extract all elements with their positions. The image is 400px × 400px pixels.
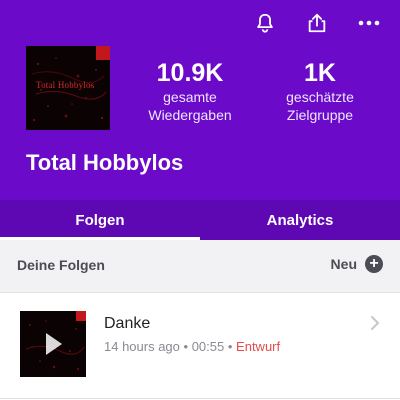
plus-icon: + [365,255,383,273]
episode-meta: 14 hours ago • 00:55 • Entwurf [104,339,280,354]
cover-corner-badge [96,46,110,60]
tab-analytics[interactable]: Analytics [200,200,400,240]
audience-label-line2: Zielgruppe [286,107,354,123]
new-episode-button[interactable]: Neu + [331,255,383,273]
section-title: Deine Folgen [17,257,105,273]
episode-time: 14 hours ago [104,339,180,354]
plays-value: 10.9K [156,59,224,87]
episode-duration: 00:55 [191,339,225,354]
episode-row[interactable]: Danke 14 hours ago • 00:55 • Entwurf [0,293,400,399]
plays-label-line2: Wiedergaben [148,107,232,123]
meta-separator: • [183,339,192,354]
header-actions [252,10,382,36]
episodes-section-header: Deine Folgen Neu + [0,240,400,293]
episode-title: Danke [104,315,151,332]
stat-plays: 10.9K gesamte Wiedergaben [140,58,240,124]
bell-icon[interactable] [252,10,278,36]
plays-label-line1: gesamte [163,89,217,105]
audience-value: 1K [304,59,336,87]
episode-status: Entwurf [236,339,281,354]
stat-audience: 1K geschätzte Zielgruppe [270,58,370,124]
share-icon[interactable] [304,10,330,36]
play-icon[interactable] [46,333,62,355]
cover-title-text: Total Hobbylos [36,80,95,90]
meta-separator: • [227,339,237,354]
show-title: Total Hobbylos [26,150,184,175]
more-icon[interactable] [356,10,382,36]
chevron-right-icon [370,315,380,336]
episode-cover-art [20,311,86,377]
show-cover-art: Total Hobbylos [26,46,110,130]
tab-episodes[interactable]: Folgen [0,200,200,240]
tab-bar: Folgen Analytics [0,200,400,240]
new-episode-label: Neu [330,256,357,272]
audience-label-line1: geschätzte [286,89,354,105]
episode-cover-corner [76,311,86,321]
